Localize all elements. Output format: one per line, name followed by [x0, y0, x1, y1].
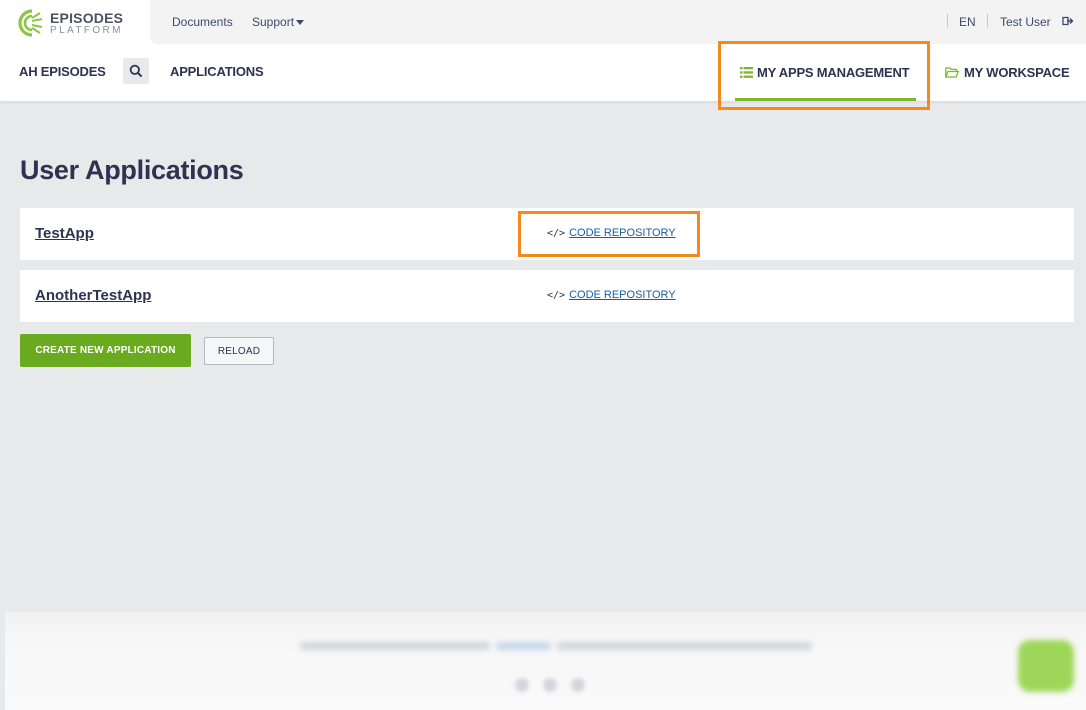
footer-social-icons: [515, 678, 585, 692]
support-label: Support: [252, 15, 295, 29]
app-name-link[interactable]: AnotherTestApp: [35, 287, 151, 304]
main-nav: AH EPISODES APPLICATIONS MY APPS MANAGEM…: [0, 44, 1086, 102]
brand-logo[interactable]: EPISODES PLATFORM: [18, 8, 123, 38]
nav-workspace-label: MY WORKSPACE: [964, 65, 1070, 80]
reload-button[interactable]: RELOAD: [204, 337, 274, 365]
nav-my-workspace[interactable]: MY WORKSPACE: [945, 65, 1070, 80]
top-bar: EPISODES PLATFORM Documents Support EN T…: [0, 0, 1086, 44]
support-menu[interactable]: Support: [252, 15, 305, 29]
code-repository-label: CODE REPOSITORY: [569, 289, 676, 301]
language-selector[interactable]: EN: [959, 15, 976, 29]
user-menu[interactable]: Test User: [1000, 15, 1051, 29]
search-icon: [129, 64, 143, 78]
footer-text-blurred: [300, 642, 815, 652]
logout-icon[interactable]: [1062, 15, 1074, 27]
folder-open-icon: [945, 67, 959, 78]
documents-link[interactable]: Documents: [172, 15, 233, 29]
chat-widget-button[interactable]: [1018, 640, 1074, 692]
divider: [947, 14, 948, 28]
code-repository-link[interactable]: </> CODE REPOSITORY: [547, 227, 676, 239]
code-icon: </>: [547, 289, 566, 301]
code-icon: </>: [547, 227, 566, 239]
create-new-application-button[interactable]: CREATE NEW APPLICATION: [20, 334, 191, 367]
nav-home[interactable]: AH EPISODES: [19, 64, 106, 79]
code-repository-label: CODE REPOSITORY: [569, 227, 676, 239]
brand-subtitle: PLATFORM: [50, 24, 123, 36]
divider: [987, 14, 988, 28]
footer: [5, 612, 1086, 710]
code-repository-link[interactable]: </> CODE REPOSITORY: [547, 289, 676, 301]
nav-my-apps-management[interactable]: MY APPS MANAGEMENT: [740, 65, 910, 80]
episodes-logo-icon: [18, 9, 43, 37]
page-title: User Applications: [20, 155, 244, 185]
caret-down-icon: [296, 20, 305, 26]
brand-title: EPISODES: [50, 9, 124, 26]
search-button[interactable]: [123, 58, 149, 84]
active-tab-indicator: [735, 98, 916, 101]
nav-my-apps-label: MY APPS MANAGEMENT: [757, 65, 910, 80]
nav-applications[interactable]: APPLICATIONS: [170, 64, 264, 79]
app-row: TestApp </> CODE REPOSITORY: [20, 208, 1074, 260]
app-name-link[interactable]: TestApp: [35, 225, 94, 242]
list-icon: [740, 67, 753, 78]
app-row: AnotherTestApp </> CODE REPOSITORY: [20, 270, 1074, 322]
